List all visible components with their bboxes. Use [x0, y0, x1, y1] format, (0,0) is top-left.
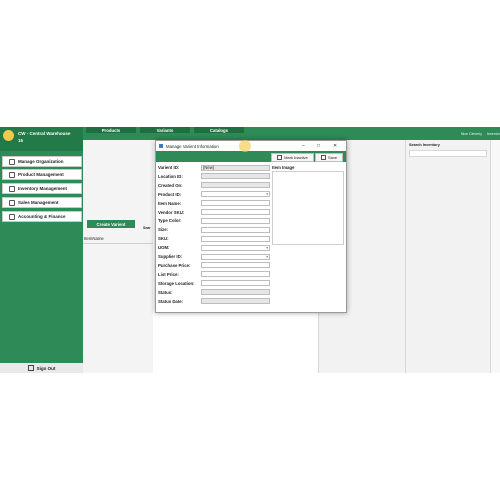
sidebar-item-label: Product Management	[18, 172, 64, 177]
mark-inactive-label: Mark Inactive	[284, 155, 308, 160]
field-label: UOM:	[158, 245, 170, 251]
field-dropdown[interactable]: ▾	[201, 253, 270, 260]
sidebar-item-label: Sales Management	[18, 200, 59, 205]
field-input[interactable]	[201, 235, 270, 242]
sidebar-item-product-management[interactable]: Product Management	[2, 169, 82, 180]
search-inventory-input[interactable]	[409, 150, 487, 157]
finance-icon	[9, 213, 15, 220]
sidebar-item-manage-organization[interactable]: Manage Organization	[2, 156, 82, 167]
cart-icon	[9, 199, 15, 206]
item-image-label: Item Image	[272, 165, 295, 170]
field-input	[201, 182, 270, 189]
search-inventory-panel: Search Inventory	[405, 140, 490, 373]
field-input[interactable]	[201, 271, 270, 278]
maximize-icon[interactable]: □	[317, 143, 320, 149]
field-input[interactable]	[201, 200, 270, 207]
chevron-down-icon[interactable]: ▾	[266, 246, 268, 250]
window-icon	[159, 144, 163, 148]
create-varient-button[interactable]: Create Varient	[87, 220, 135, 228]
sign-out-button[interactable]: Sign Out	[0, 363, 83, 373]
org-id: 15	[18, 138, 24, 143]
field-label: Supplier ID:	[158, 254, 183, 259]
dialog-titlebar[interactable]: Manage Varient Information – □ ✕	[156, 141, 346, 151]
field-input	[201, 289, 270, 296]
field-label: List Price:	[158, 271, 179, 277]
field-input[interactable]	[201, 280, 270, 287]
field-label: SKU:	[158, 236, 169, 242]
sign-out-label: Sign Out	[36, 365, 56, 371]
cursor-highlight	[239, 140, 251, 152]
dialog-title: Manage Varient Information	[166, 143, 219, 149]
top-tab-bar: Products Variants Catalogs Nice Cleverly…	[83, 127, 500, 140]
sidebar-item-label: Manage Organization	[18, 159, 64, 164]
org-name: CW - Central Warehouse	[18, 131, 71, 136]
tab-label: Products	[101, 127, 121, 133]
field-dropdown[interactable]: ▾	[201, 191, 270, 198]
field-label: Vendor SKU:	[158, 209, 185, 215]
divider	[83, 243, 153, 244]
column-header-itemname[interactable]: ItemName	[84, 236, 104, 241]
field-dropdown[interactable]: ▾	[201, 244, 270, 251]
variant-list-panel: Sear Create Varient ItemName	[83, 140, 153, 373]
chevron-down-icon[interactable]: ▾	[266, 255, 268, 259]
sidebar-item-sales-management[interactable]: Sales Management	[2, 197, 82, 208]
inactive-icon	[277, 155, 283, 160]
sign-out-icon	[27, 365, 34, 371]
field-label: Varient ID:	[158, 165, 180, 170]
user-name: Nice Cleverly	[460, 132, 482, 136]
save-icon	[320, 155, 326, 160]
save-label: Save	[327, 155, 338, 160]
tab-products[interactable]: Products	[86, 127, 136, 133]
right-edge-panel	[490, 140, 500, 373]
close-icon[interactable]: ✕	[333, 143, 337, 149]
field-input	[201, 298, 270, 304]
tab-variants[interactable]: Variants	[140, 127, 190, 133]
field-input	[201, 173, 270, 180]
search-label: Sear	[143, 226, 151, 230]
field-input[interactable]	[201, 262, 270, 269]
field-input[interactable]	[201, 226, 270, 233]
field-label: Storage Location:	[158, 280, 195, 286]
search-inventory-header: Search Inventory	[409, 143, 440, 147]
field-label: Created On:	[158, 182, 183, 188]
tab-label: Variants	[156, 127, 174, 133]
field-label: Status:	[158, 289, 173, 295]
field-value: (New)	[203, 165, 215, 170]
warehouse-icon	[9, 185, 15, 192]
sidebar-item-accounting-finance[interactable]: Accounting & Finance	[2, 211, 82, 222]
save-button[interactable]: Save	[315, 153, 343, 162]
field-input[interactable]	[201, 217, 270, 224]
sidebar-item-label: Inventory Management	[18, 186, 68, 191]
tab-label: Catalogs	[209, 127, 229, 133]
dialog-toolbar: Mark Inactive Save	[156, 151, 346, 162]
chevron-down-icon[interactable]: ▾	[266, 192, 268, 196]
home-icon	[9, 158, 15, 165]
sidebar-item-label: Accounting & Finance	[18, 214, 66, 219]
item-image-box[interactable]	[272, 171, 344, 245]
field-label: Type Color:	[158, 218, 182, 224]
org-header: CW - Central Warehouse 15	[0, 127, 83, 151]
field-label: Size:	[158, 227, 169, 233]
user-role: Inventor	[487, 132, 500, 136]
field-label: Status Date:	[158, 298, 184, 304]
field-label: Purchase Price:	[158, 262, 191, 268]
mark-inactive-button[interactable]: Mark Inactive	[271, 153, 314, 162]
sidebar-item-inventory-management[interactable]: Inventory Management	[2, 183, 82, 194]
manage-varient-dialog: Manage Varient Information – □ ✕ Mark In…	[155, 140, 347, 313]
minimize-icon[interactable]: –	[302, 143, 305, 149]
create-button-label: Create Varient	[96, 221, 126, 227]
tab-catalogs[interactable]: Catalogs	[194, 127, 244, 133]
field-label: Product ID:	[158, 191, 182, 197]
org-logo-icon	[3, 130, 14, 141]
sidebar: CW - Central Warehouse 15 Manage Organiz…	[0, 127, 83, 373]
box-icon	[9, 171, 15, 178]
field-input: (New)	[201, 164, 270, 171]
field-label: Item Name:	[158, 200, 182, 206]
field-input[interactable]	[201, 209, 270, 215]
field-label: Location ID:	[158, 173, 183, 179]
